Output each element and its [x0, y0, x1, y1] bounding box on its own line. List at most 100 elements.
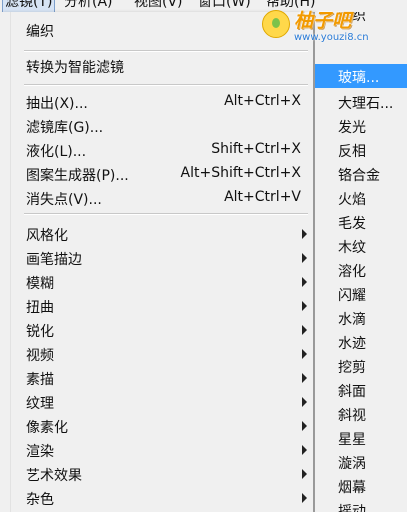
menubar-help[interactable]: 帮助(H): [266, 0, 315, 12]
submenu-item-label: 斜视: [338, 408, 366, 424]
menu-item-sketch[interactable]: 素描: [0, 366, 313, 390]
submenu-item-label: 烟幕: [338, 480, 366, 496]
submenu-item-invert[interactable]: 反相: [315, 138, 407, 162]
submenu-item-glass[interactable]: 玻璃...: [315, 64, 407, 88]
menu-item-shortcut: Alt+Ctrl+X: [224, 93, 301, 109]
menu-item-texture[interactable]: 纹理: [0, 390, 313, 414]
menu-item-label: 画笔描边: [26, 252, 82, 268]
menu-item-sharpen[interactable]: 锐化: [0, 318, 313, 342]
menubar-analysis[interactable]: 分析(A): [64, 0, 113, 12]
submenu-arrow-icon: [302, 397, 307, 407]
submenu-item-label: 水迹: [338, 336, 366, 352]
menu-item-filter-gallery[interactable]: 滤镜库(G)...: [0, 114, 313, 138]
menu-item-shortcut: Alt+Shift+Ctrl+X: [180, 165, 301, 181]
menu-item-video[interactable]: 视频: [0, 342, 313, 366]
submenu-item-label: 反相: [338, 144, 366, 160]
submenu-arrow-icon: [302, 445, 307, 455]
menu-item-blur[interactable]: 模糊: [0, 270, 313, 294]
submenu-item-water-stain[interactable]: 水迹: [315, 330, 407, 354]
submenu-arrow-icon: [302, 493, 307, 503]
menu-item-label: 滤镜库(G)...: [26, 120, 104, 136]
submenu-item-melt[interactable]: 溶化: [315, 258, 407, 282]
menu-item-noise[interactable]: 杂色: [0, 486, 313, 510]
submenu-item-label: 漩涡: [338, 456, 366, 472]
submenu-item-label: 铬合金: [338, 168, 380, 184]
submenu-item-swirl[interactable]: 漩涡: [315, 450, 407, 474]
submenu-item-label: 大理石...: [338, 96, 394, 112]
submenu-item-oblique[interactable]: 斜视: [315, 402, 407, 426]
menu-item-label: 抽出(X)...: [26, 96, 88, 112]
menu-item-label: 视频: [26, 348, 54, 364]
menu-item-artistic[interactable]: 艺术效果: [0, 462, 313, 486]
menubar-view[interactable]: 视图(V): [134, 0, 183, 12]
menu-item-convert-smart-filter[interactable]: 转换为智能滤镜: [0, 54, 313, 78]
submenu-item-label: 斜面: [338, 384, 366, 400]
menu-item-distort[interactable]: 扭曲: [0, 294, 313, 318]
menu-item-liquify[interactable]: 液化(L)... Shift+Ctrl+X: [0, 138, 313, 162]
submenu-item-glow[interactable]: 发光: [315, 114, 407, 138]
menu-item-label: 转换为智能滤镜: [26, 60, 124, 76]
menu-item-label: 渲染: [26, 444, 54, 460]
submenu-arrow-icon: [302, 253, 307, 263]
submenu-item-fur[interactable]: 毛发: [315, 210, 407, 234]
menubar-window[interactable]: 窗口(W): [198, 0, 251, 12]
filter-menu: 编织 转换为智能滤镜 抽出(X)... Alt+Ctrl+X 滤镜库(G)...…: [0, 12, 314, 512]
menu-item-label: 消失点(V)...: [26, 192, 102, 208]
submenu-item-label: 摇动: [338, 504, 366, 512]
submenu-item-wood-grain[interactable]: 木纹: [315, 234, 407, 258]
filter-submenu: 编织 玻璃... 大理石... 发光 反相 铬合金 火焰 毛发 木纹 溶化 闪耀…: [314, 12, 407, 512]
submenu-item-shake[interactable]: 摇动: [315, 498, 407, 512]
submenu-item-label: 闪耀: [338, 288, 366, 304]
submenu-item-label: 玻璃...: [338, 70, 380, 86]
menu-separator: [24, 213, 308, 215]
submenu-item-label: 火焰: [338, 192, 366, 208]
submenu-item-flame[interactable]: 火焰: [315, 186, 407, 210]
menu-item-pixelate[interactable]: 像素化: [0, 414, 313, 438]
menu-item-shortcut: Alt+Ctrl+V: [224, 189, 301, 205]
menu-item-label: 杂色: [26, 492, 54, 508]
menu-item-label: 素描: [26, 372, 54, 388]
submenu-item-weave[interactable]: 编织: [315, 12, 407, 26]
submenu-item-label: 水滴: [338, 312, 366, 328]
menu-separator: [24, 50, 308, 52]
submenu-arrow-icon: [302, 469, 307, 479]
submenu-arrow-icon: [302, 349, 307, 359]
menu-item-pattern-maker[interactable]: 图案生成器(P)... Alt+Shift+Ctrl+X: [0, 162, 313, 186]
menu-item-extract[interactable]: 抽出(X)... Alt+Ctrl+X: [0, 90, 313, 114]
menu-item-label: 艺术效果: [26, 468, 82, 484]
menu-item-label: 模糊: [26, 276, 54, 292]
submenu-arrow-icon: [302, 325, 307, 335]
submenu-item-label: 编织: [338, 12, 366, 24]
submenu-item-label: 星星: [338, 432, 366, 448]
submenu-item-marble[interactable]: 大理石...: [315, 90, 407, 114]
submenu-arrow-icon: [302, 229, 307, 239]
submenu-item-smoke[interactable]: 烟幕: [315, 474, 407, 498]
submenu-item-label: 发光: [338, 120, 366, 136]
submenu-arrow-icon: [302, 421, 307, 431]
menu-item-label: 图案生成器(P)...: [26, 168, 129, 184]
submenu-item-water-drop[interactable]: 水滴: [315, 306, 407, 330]
submenu-arrow-icon: [302, 301, 307, 311]
submenu-item-chrome[interactable]: 铬合金: [315, 162, 407, 186]
submenu-arrow-icon: [302, 277, 307, 287]
submenu-item-label: 毛发: [338, 216, 366, 232]
menu-item-last-filter[interactable]: 编织: [0, 18, 313, 42]
menu-item-label: 纹理: [26, 396, 54, 412]
submenu-item-label: 木纹: [338, 240, 366, 256]
menu-item-label: 风格化: [26, 228, 68, 244]
screenshot-root: 滤镜(T) 分析(A) 视图(V) 窗口(W) 帮助(H) 编织 转换为智能滤镜…: [0, 0, 407, 512]
menu-separator: [24, 84, 308, 86]
submenu-arrow-icon: [302, 373, 307, 383]
menu-item-vanishing-point[interactable]: 消失点(V)... Alt+Ctrl+V: [0, 186, 313, 210]
submenu-item-label: 溶化: [338, 264, 366, 280]
submenu-item-cutout[interactable]: 挖剪: [315, 354, 407, 378]
menu-item-render[interactable]: 渲染: [0, 438, 313, 462]
submenu-item-stars[interactable]: 星星: [315, 426, 407, 450]
menu-item-label: 编织: [26, 24, 54, 40]
submenu-item-sparkle[interactable]: 闪耀: [315, 282, 407, 306]
menu-item-label: 液化(L)...: [26, 144, 87, 160]
menu-item-stylize[interactable]: 风格化: [0, 222, 313, 246]
submenu-item-bevel[interactable]: 斜面: [315, 378, 407, 402]
menu-item-shortcut: Shift+Ctrl+X: [211, 141, 301, 157]
menu-item-brush-strokes[interactable]: 画笔描边: [0, 246, 313, 270]
